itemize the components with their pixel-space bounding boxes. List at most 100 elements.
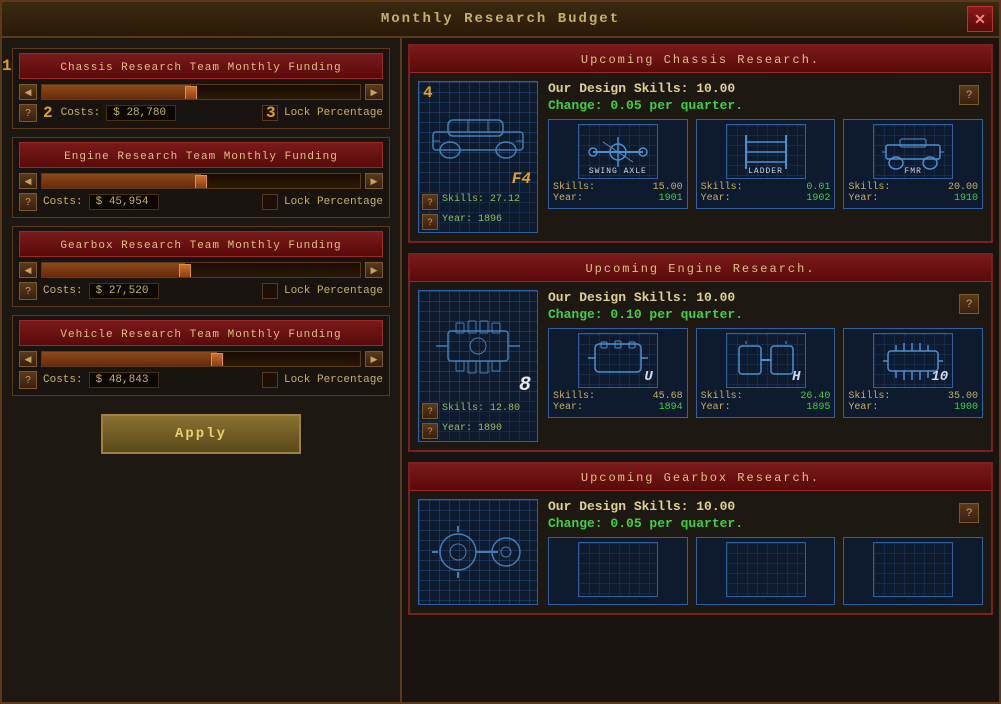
- content-area: 1 Chassis Research Team Monthly Funding …: [2, 38, 999, 702]
- engine-lock-label: Lock Percentage: [284, 196, 383, 208]
- engine-upcoming-img-1: H: [726, 333, 806, 388]
- chassis-cost-value: $ 28,780: [106, 105, 176, 121]
- engine-year-stat: Year: 1890: [442, 423, 502, 439]
- chassis-slider-fill: [42, 85, 191, 99]
- main-window: Monthly Research Budget ✕ 1 Chassis Rese…: [0, 0, 1001, 704]
- chassis-info-help[interactable]: ?: [959, 85, 979, 105]
- engine-title: Engine Research Team Monthly Funding: [64, 151, 338, 163]
- chassis-slider-left[interactable]: ◀: [19, 84, 37, 100]
- chassis-upcoming-skills-val-2: 20.00: [948, 182, 978, 193]
- fmr-label: FMR: [904, 167, 921, 176]
- engine-help-button[interactable]: ?: [19, 193, 37, 211]
- chassis-slider-thumb[interactable]: [185, 86, 197, 100]
- chassis-upcoming-img-1: LADDER: [726, 124, 806, 179]
- chassis-upcoming-year-row-2: Year: 1910: [848, 193, 978, 204]
- engine-badge: 8: [519, 374, 531, 397]
- chassis-upcoming-stats-1: Skills: 0.01 Year: 1902: [699, 182, 833, 204]
- gearbox-skills-container: ? Our Design Skills: 10.00 Change: 0.05 …: [548, 499, 983, 531]
- chassis-skills-row: ? Skills: 27.12: [419, 192, 537, 212]
- gearbox-slider-track[interactable]: [41, 262, 361, 278]
- chassis-design-skills-label: Our Design Skills: 10.00: [548, 81, 983, 96]
- engine-design-skills-label: Our Design Skills: 10.00: [548, 290, 983, 305]
- vehicle-help-button[interactable]: ?: [19, 371, 37, 389]
- gearbox-upcoming-placeholder-2: [843, 537, 983, 605]
- gearbox-slider-thumb[interactable]: [179, 264, 191, 278]
- chassis-upcoming-year-label-2: Year:: [848, 193, 878, 204]
- chassis-skills-help[interactable]: ?: [422, 194, 438, 210]
- vehicle-slider-left[interactable]: ◀: [19, 351, 37, 367]
- vehicle-cost-label: Costs:: [43, 374, 83, 386]
- chassis-slider-track[interactable]: [41, 84, 361, 100]
- ladder-label: LADDER: [748, 167, 783, 176]
- chassis-upcoming-year-val-0: 1901: [659, 193, 683, 204]
- gearbox-cost-value: $ 27,520: [89, 283, 159, 299]
- title-bar: Monthly Research Budget ✕: [2, 2, 999, 38]
- chassis-change-label: Change: 0.05 per quarter.: [548, 98, 983, 113]
- engine-upcoming-stats-0: Skills: 45.68 Year: 1894: [551, 391, 685, 413]
- gearbox-current-item: [418, 499, 538, 605]
- vehicle-slider-thumb[interactable]: [211, 353, 223, 367]
- engine-lock-checkbox[interactable]: [262, 194, 278, 210]
- chassis-year-help[interactable]: ?: [422, 214, 438, 230]
- vehicle-slider-track[interactable]: [41, 351, 361, 367]
- engine-cost-row: ? Costs: $ 45,954 Lock Percentage: [19, 193, 383, 211]
- gearbox-design-skills: Our Design Skills: 10.00 Change: 0.05 pe…: [548, 499, 983, 531]
- chassis-skills-stat: Skills: 27.12: [442, 194, 520, 210]
- engine-u-icon: [583, 336, 653, 386]
- engine-blueprint: 8: [419, 291, 537, 401]
- engine-cost-value: $ 45,954: [89, 194, 159, 210]
- engine-icon: [428, 311, 528, 381]
- chassis-upcoming-skills-val-1: 0.01: [806, 182, 830, 193]
- engine-research-info: ? Our Design Skills: 10.00 Change: 0.10 …: [548, 290, 983, 442]
- chassis-upcoming-row: SWING AXLE Skills: 15.00 Year:: [548, 119, 983, 209]
- chassis-upcoming-skills-row-0: Skills: 15.00: [553, 182, 683, 193]
- vehicle-lock-label: Lock Percentage: [284, 374, 383, 386]
- chassis-current-item: F4 4 ? Skills: 27.12 ? Year: 1896: [418, 81, 538, 233]
- gearbox-cost-row: ? Costs: $ 27,520 Lock Percentage: [19, 282, 383, 300]
- lock-number: 3: [266, 104, 276, 122]
- chassis-upcoming-skills-label-1: Skills:: [701, 182, 743, 193]
- close-button[interactable]: ✕: [967, 6, 993, 32]
- engine-slider-track[interactable]: [41, 173, 361, 189]
- chassis-slider-right[interactable]: ▶: [365, 84, 383, 100]
- engine-u-badge: U: [644, 369, 652, 385]
- gearbox-slider-right[interactable]: ▶: [365, 262, 383, 278]
- engine-slider-thumb[interactable]: [195, 175, 207, 189]
- chassis-research-info: ? Our Design Skills: 10.00 Change: 0.05 …: [548, 81, 983, 233]
- gearbox-title-bar: Gearbox Research Team Monthly Funding: [19, 231, 383, 257]
- chassis-year-stat: Year: 1896: [442, 214, 502, 230]
- vehicle-title-bar: Vehicle Research Team Monthly Funding: [19, 320, 383, 346]
- vehicle-slider-right[interactable]: ▶: [365, 351, 383, 367]
- engine-skills-help[interactable]: ?: [422, 403, 438, 419]
- gearbox-upcoming-placeholder-0: [548, 537, 688, 605]
- engine-skills-row: ? Skills: 12.80: [419, 401, 537, 421]
- apply-button[interactable]: Apply: [101, 414, 301, 454]
- gearbox-icon: [428, 522, 528, 582]
- chassis-help-button[interactable]: ?: [19, 104, 37, 122]
- chassis-num4: 4: [423, 84, 433, 102]
- gearbox-design-skills-label: Our Design Skills: 10.00: [548, 499, 983, 514]
- gearbox-slider-left[interactable]: ◀: [19, 262, 37, 278]
- chassis-lock-label: 3 Lock Percentage: [284, 107, 383, 119]
- engine-year-help[interactable]: ?: [422, 423, 438, 439]
- engine-slider-right[interactable]: ▶: [365, 173, 383, 189]
- chassis-upcoming-skills-row-2: Skills: 20.00: [848, 182, 978, 193]
- gearbox-lock-label: Lock Percentage: [284, 285, 383, 297]
- gearbox-lock-checkbox[interactable]: [262, 283, 278, 299]
- engine-upcoming-img-2: 10: [873, 333, 953, 388]
- chassis-upcoming-year-label-1: Year:: [701, 193, 731, 204]
- vehicle-lock-checkbox[interactable]: [262, 372, 278, 388]
- engine-title-bar: Engine Research Team Monthly Funding: [19, 142, 383, 168]
- chassis-research-card: Upcoming Chassis Research.: [408, 44, 993, 243]
- gearbox-cost-label: Costs:: [43, 285, 83, 297]
- gearbox-info-help[interactable]: ?: [959, 503, 979, 523]
- engine-slider-left[interactable]: ◀: [19, 173, 37, 189]
- gearbox-help-button[interactable]: ?: [19, 282, 37, 300]
- gearbox-slider-fill: [42, 263, 185, 277]
- engine-info-help[interactable]: ?: [959, 294, 979, 314]
- engine-10-badge: 10: [931, 369, 948, 385]
- vehicle-funding: Vehicle Research Team Monthly Funding ◀ …: [12, 315, 390, 396]
- chassis-upcoming-skills-val-0: 15.00: [653, 182, 683, 193]
- chassis-badge: F4: [512, 170, 531, 188]
- chassis-upcoming-0: SWING AXLE Skills: 15.00 Year:: [548, 119, 688, 209]
